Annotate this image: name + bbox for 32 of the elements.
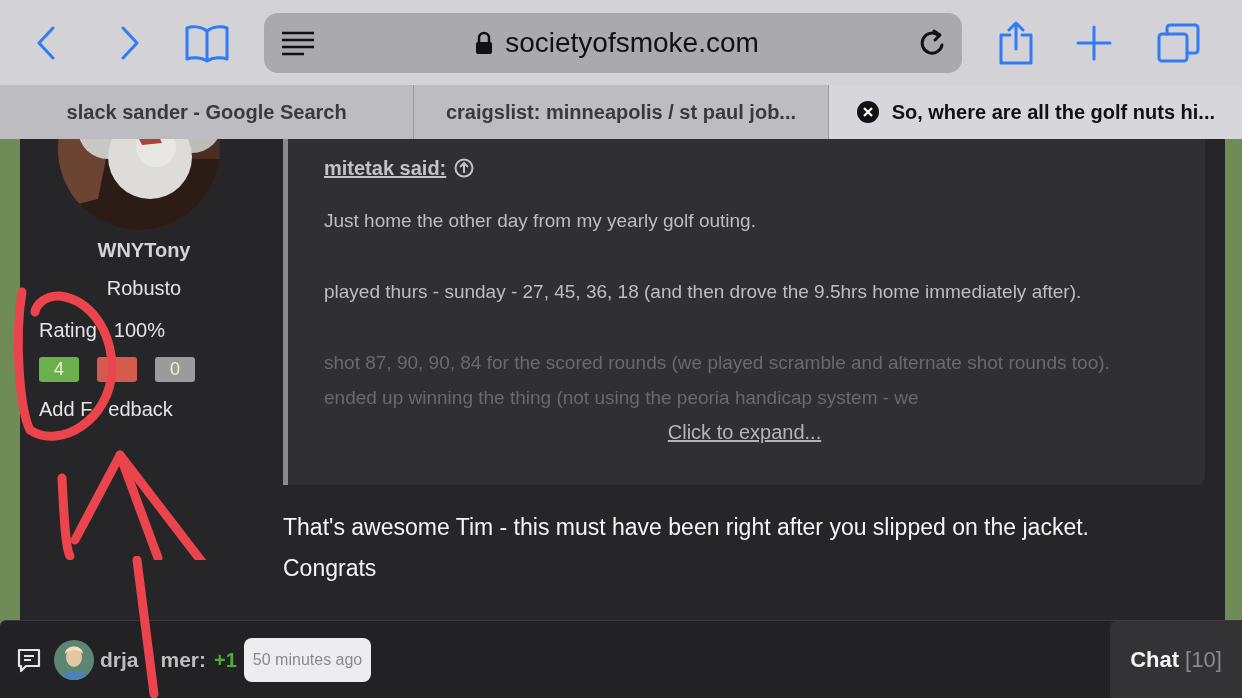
close-icon[interactable] — [855, 100, 880, 124]
menu-icon[interactable] — [280, 29, 316, 56]
arrow-up-circle-icon[interactable] — [454, 158, 475, 178]
book-icon[interactable] — [184, 22, 230, 63]
back-icon[interactable] — [36, 25, 56, 60]
username[interactable]: WNYTony — [97, 235, 191, 265]
browser-tab[interactable]: So, where are all the golf nuts hi... — [827, 85, 1242, 139]
chat-username[interactable]: mer: — [160, 643, 207, 676]
chat-button[interactable]: Chat [10] — [1110, 621, 1242, 698]
rating-text: 100% — [113, 318, 165, 343]
quote-paragraph: shot 87, 90, 90, 84 for the scored rounds (we played scramble and alternate shot rounds too). ended up winning the thing (not using the peoria handicap system - we — [324, 351, 1111, 410]
time-badge: 50 minutes ago — [243, 637, 372, 682]
tabs-icon[interactable] — [1156, 22, 1200, 63]
post-text: That's awesome Tim - this must have been right after you slipped on the jacket. Congrats — [283, 513, 1090, 583]
address-bar[interactable]: societyofsmoke.com — [264, 12, 962, 73]
add-feedback-link[interactable]: Add F — [39, 394, 93, 424]
lock-icon — [475, 30, 494, 55]
chat-score: +1 — [214, 647, 237, 673]
plus-icon[interactable] — [1076, 24, 1112, 61]
expand-link[interactable]: Click to expand... — [667, 417, 822, 447]
reload-icon[interactable] — [918, 27, 946, 58]
user-rank: Robusto — [106, 276, 182, 301]
quote-paragraph: played thurs - sunday - 27, 45, 36, 18 (and then drove the 9.5hrs home immediately after). — [324, 280, 1083, 304]
chat-username[interactable]: drja — [100, 643, 139, 676]
chat-icon[interactable] — [16, 646, 42, 673]
quote-paragraph: Just home the other day from my yearly golf outing. — [324, 209, 757, 233]
add-feedback-link[interactable]: edback — [108, 394, 173, 424]
share-icon[interactable] — [998, 20, 1034, 65]
forward-icon[interactable] — [120, 25, 140, 60]
rating-text: Rating — [39, 318, 97, 343]
quote-author-link[interactable]: mitetak said: — [324, 153, 447, 183]
url-text: societyofsmoke.com — [505, 25, 759, 60]
